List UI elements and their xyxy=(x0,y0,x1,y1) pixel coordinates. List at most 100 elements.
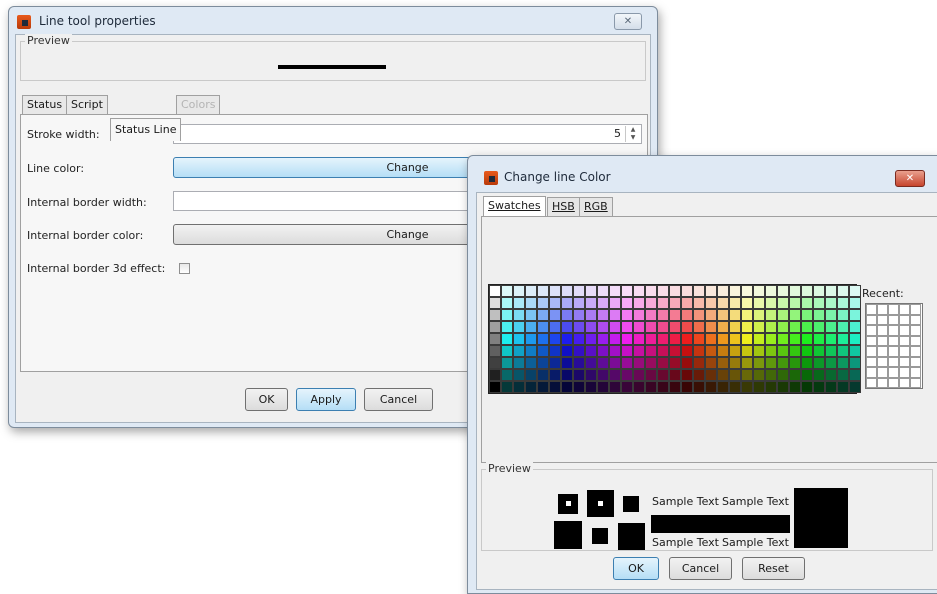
color-swatch[interactable] xyxy=(597,381,609,393)
color-swatch[interactable] xyxy=(561,285,573,297)
color-swatch[interactable] xyxy=(765,333,777,345)
color-swatch[interactable] xyxy=(621,345,633,357)
color-swatch[interactable] xyxy=(549,345,561,357)
color-swatch[interactable] xyxy=(489,381,501,393)
color-swatch[interactable] xyxy=(801,297,813,309)
recent-swatch[interactable] xyxy=(899,367,910,378)
color-swatch[interactable] xyxy=(681,321,693,333)
color-swatch[interactable] xyxy=(525,345,537,357)
color-swatch[interactable] xyxy=(789,309,801,321)
recent-swatch[interactable] xyxy=(877,325,888,336)
color-swatch[interactable] xyxy=(549,381,561,393)
color-swatch[interactable] xyxy=(813,297,825,309)
recent-swatch[interactable] xyxy=(866,304,877,315)
color-swatch[interactable] xyxy=(729,309,741,321)
color-swatch[interactable] xyxy=(513,345,525,357)
color-swatch[interactable] xyxy=(645,321,657,333)
color-swatch[interactable] xyxy=(681,357,693,369)
color-swatch[interactable] xyxy=(609,285,621,297)
color-swatch[interactable] xyxy=(621,357,633,369)
color-swatch[interactable] xyxy=(669,297,681,309)
color-swatch[interactable] xyxy=(561,369,573,381)
color-swatch[interactable] xyxy=(693,345,705,357)
color-swatch[interactable] xyxy=(777,357,789,369)
color-swatch[interactable] xyxy=(561,381,573,393)
color-swatch[interactable] xyxy=(501,321,513,333)
color-swatch[interactable] xyxy=(765,285,777,297)
color-swatch[interactable] xyxy=(789,357,801,369)
color-swatch[interactable] xyxy=(705,333,717,345)
color-swatch[interactable] xyxy=(693,381,705,393)
color-swatch[interactable] xyxy=(597,333,609,345)
color-swatch[interactable] xyxy=(549,309,561,321)
color-swatch[interactable] xyxy=(813,381,825,393)
color-swatch[interactable] xyxy=(765,369,777,381)
color-swatch[interactable] xyxy=(789,345,801,357)
recent-swatch[interactable] xyxy=(899,346,910,357)
color-swatch[interactable] xyxy=(573,381,585,393)
color-swatch[interactable] xyxy=(561,333,573,345)
color-swatch[interactable] xyxy=(609,357,621,369)
color-swatch[interactable] xyxy=(729,285,741,297)
color-swatch[interactable] xyxy=(849,369,861,381)
color-swatch[interactable] xyxy=(669,381,681,393)
color-swatch[interactable] xyxy=(705,369,717,381)
color-swatch[interactable] xyxy=(501,297,513,309)
color-swatch[interactable] xyxy=(741,345,753,357)
recent-swatch[interactable] xyxy=(910,367,921,378)
color-swatch[interactable] xyxy=(573,309,585,321)
color-swatch[interactable] xyxy=(837,333,849,345)
color-swatch[interactable] xyxy=(681,297,693,309)
recent-swatch[interactable] xyxy=(888,346,899,357)
color-swatch[interactable] xyxy=(729,333,741,345)
color-swatch[interactable] xyxy=(501,309,513,321)
color-swatch[interactable] xyxy=(597,345,609,357)
color-swatch[interactable] xyxy=(729,381,741,393)
color-swatch[interactable] xyxy=(669,333,681,345)
color-swatch[interactable] xyxy=(561,309,573,321)
color-swatch[interactable] xyxy=(573,333,585,345)
color-swatch[interactable] xyxy=(693,321,705,333)
color-swatch[interactable] xyxy=(633,321,645,333)
color-swatch[interactable] xyxy=(741,357,753,369)
color-swatch[interactable] xyxy=(561,321,573,333)
recent-swatch[interactable] xyxy=(910,325,921,336)
color-swatch[interactable] xyxy=(513,321,525,333)
recent-swatch[interactable] xyxy=(888,356,899,367)
recent-swatch[interactable] xyxy=(910,314,921,325)
recent-swatch[interactable] xyxy=(877,367,888,378)
color-swatch[interactable] xyxy=(549,321,561,333)
color-swatch[interactable] xyxy=(657,333,669,345)
recent-swatch[interactable] xyxy=(899,335,910,346)
color-swatch[interactable] xyxy=(645,333,657,345)
color-swatch[interactable] xyxy=(501,345,513,357)
color-swatch[interactable] xyxy=(717,369,729,381)
color-swatch[interactable] xyxy=(849,381,861,393)
color-swatch[interactable] xyxy=(693,333,705,345)
color-swatch[interactable] xyxy=(741,369,753,381)
color-swatch[interactable] xyxy=(813,321,825,333)
recent-swatch[interactable] xyxy=(899,325,910,336)
recent-swatch[interactable] xyxy=(899,377,910,388)
color-swatch[interactable] xyxy=(645,285,657,297)
color-swatch[interactable] xyxy=(525,333,537,345)
recent-swatch[interactable] xyxy=(888,367,899,378)
color-swatch[interactable] xyxy=(741,297,753,309)
tab-status[interactable]: Status xyxy=(22,95,68,115)
color-swatch[interactable] xyxy=(597,309,609,321)
color-swatch[interactable] xyxy=(825,381,837,393)
color-swatch[interactable] xyxy=(789,285,801,297)
color-swatch[interactable] xyxy=(753,369,765,381)
color-swatch[interactable] xyxy=(789,381,801,393)
color-swatch[interactable] xyxy=(789,369,801,381)
color-swatch[interactable] xyxy=(705,345,717,357)
color-swatch[interactable] xyxy=(813,333,825,345)
color-swatch[interactable] xyxy=(741,381,753,393)
color-swatch[interactable] xyxy=(681,345,693,357)
color-swatch[interactable] xyxy=(645,369,657,381)
color-swatch[interactable] xyxy=(645,297,657,309)
color-swatch[interactable] xyxy=(537,321,549,333)
recent-swatch[interactable] xyxy=(877,304,888,315)
color-swatch[interactable] xyxy=(573,345,585,357)
color-swatch[interactable] xyxy=(717,345,729,357)
